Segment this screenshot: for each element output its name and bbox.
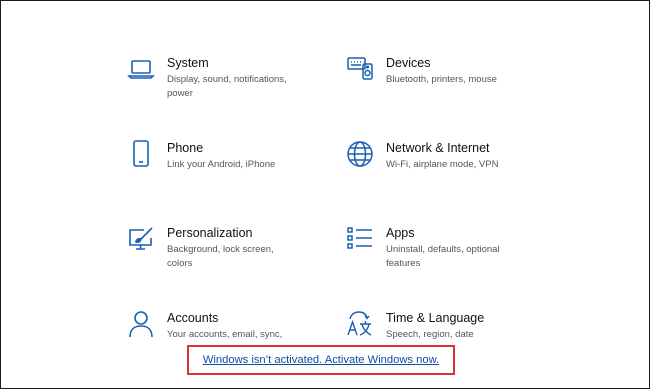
paint-icon	[127, 225, 155, 253]
tile-phone[interactable]: Phone Link your Android, iPhone	[127, 139, 297, 172]
tile-description: Wi-Fi, airplane mode, VPN	[386, 159, 499, 170]
settings-window: System Display, sound, notifications, po…	[0, 0, 650, 389]
apps-list-icon	[346, 225, 374, 253]
tile-title: System	[167, 56, 209, 70]
activation-highlight-box: Windows isn’t activated. Activate Window…	[187, 345, 455, 375]
tile-title: Phone	[167, 141, 204, 155]
tile-description: Background, lock screen, colors	[167, 244, 274, 269]
tile-description: Bluetooth, printers, mouse	[386, 74, 497, 85]
tile-network[interactable]: Network & Internet Wi-Fi, airplane mode,…	[346, 139, 516, 172]
tile-title: Devices	[386, 56, 431, 70]
tile-time-language[interactable]: Time & Language Speech, region, date	[346, 309, 516, 342]
laptop-icon	[127, 55, 155, 83]
language-icon	[346, 310, 374, 338]
tile-apps[interactable]: Apps Uninstall, defaults, optional featu…	[346, 224, 516, 271]
tile-description: Link your Android, iPhone	[167, 159, 276, 170]
tile-description: Your accounts, email, sync,	[167, 329, 283, 340]
devices-icon	[346, 55, 374, 83]
tile-system[interactable]: System Display, sound, notifications, po…	[127, 54, 297, 101]
tile-description: Uninstall, defaults, optional features	[386, 244, 500, 269]
tile-title: Time & Language	[386, 311, 485, 325]
phone-icon	[127, 140, 155, 168]
tile-title: Network & Internet	[386, 141, 490, 155]
globe-icon	[346, 140, 374, 168]
tile-accounts[interactable]: Accounts Your accounts, email, sync,	[127, 309, 297, 342]
tile-title: Accounts	[167, 311, 219, 325]
person-icon	[127, 310, 155, 338]
tile-personalization[interactable]: Personalization Background, lock screen,…	[127, 224, 297, 271]
tile-title: Personalization	[167, 226, 253, 240]
activate-windows-link[interactable]: Windows isn’t activated. Activate Window…	[203, 354, 439, 366]
tile-devices[interactable]: Devices Bluetooth, printers, mouse	[346, 54, 516, 87]
tile-title: Apps	[386, 226, 415, 240]
tile-description: Speech, region, date	[386, 329, 474, 340]
tile-description: Display, sound, notifications, power	[167, 74, 287, 99]
